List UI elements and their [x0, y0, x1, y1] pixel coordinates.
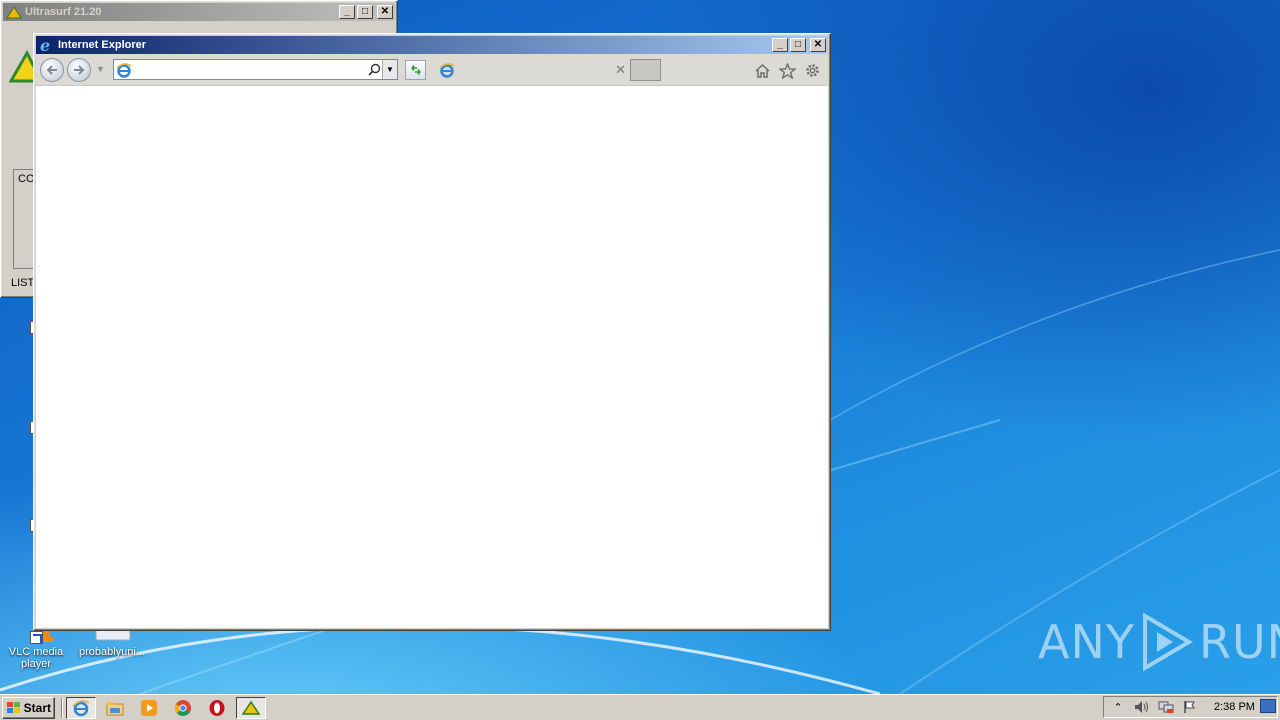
ie-titlebar[interactable]: e Internet Explorer _ □ ✕: [36, 36, 828, 54]
settings-gear-icon[interactable]: [803, 61, 822, 80]
taskbar-ie[interactable]: [66, 696, 96, 719]
system-tray: ⌃ 2:38 PM: [1103, 696, 1278, 718]
forward-arrow-icon: [74, 65, 85, 75]
taskbar-separator: [61, 697, 63, 718]
play-logo-icon: [1142, 612, 1193, 672]
anyrun-watermark: ANY RUN: [1038, 612, 1280, 672]
media-player-icon: [141, 699, 157, 716]
start-button[interactable]: Start: [2, 696, 55, 719]
desktop-icon-label: probablyuni...: [78, 646, 146, 658]
watermark-text-right: RUN: [1198, 615, 1280, 669]
browser-tab[interactable]: ✕: [433, 59, 628, 81]
back-arrow-icon: [46, 65, 57, 75]
address-input[interactable]: [114, 60, 366, 79]
recent-pages-dropdown-icon[interactable]: ▼: [96, 64, 105, 74]
refresh-icon: [410, 65, 421, 75]
close-button[interactable]: ✕: [810, 38, 826, 52]
list-label: LIST: [11, 277, 35, 289]
folder-icon: [106, 701, 124, 715]
minimize-button[interactable]: _: [339, 5, 355, 19]
address-dropdown-button[interactable]: ▼: [382, 60, 397, 79]
network-icon[interactable]: [1158, 699, 1174, 715]
clock[interactable]: 2:38 PM: [1214, 701, 1255, 713]
maximize-button[interactable]: □: [357, 5, 373, 19]
shortcut-arrow-icon: [30, 631, 43, 644]
ie-toolbar: ▼ ▼ ✕: [36, 54, 828, 86]
opera-icon: [209, 699, 225, 716]
taskbar-chrome[interactable]: [168, 697, 198, 719]
toolbar-right-icons: [753, 61, 822, 80]
ie-page-icon: [439, 62, 455, 81]
taskbar-opera[interactable]: [202, 697, 232, 719]
page-content-area[interactable]: [36, 85, 828, 628]
windows-flag-icon: [7, 701, 20, 713]
action-center-flag-icon[interactable]: [1182, 699, 1198, 715]
volume-icon[interactable]: [1134, 699, 1150, 715]
taskbar-media-player[interactable]: [134, 697, 164, 719]
taskbar-explorer[interactable]: [100, 697, 130, 719]
svg-text:e: e: [40, 37, 50, 53]
ie-icon: [72, 699, 90, 716]
ultrasurf-titlebar[interactable]: Ultrasurf 21.20 _ □ ✕: [3, 3, 395, 21]
search-icon[interactable]: [366, 60, 382, 79]
forward-button[interactable]: [67, 58, 91, 82]
back-button[interactable]: [40, 58, 64, 82]
window-title: Ultrasurf 21.20: [25, 6, 102, 18]
new-tab-button[interactable]: [630, 59, 661, 81]
start-label: Start: [23, 700, 51, 715]
desktop-icon-label: VLC media player: [8, 646, 64, 670]
tab-close-icon[interactable]: ✕: [615, 62, 626, 78]
taskbar-ultrasurf[interactable]: [236, 696, 266, 719]
watermark-text-left: ANY: [1038, 615, 1135, 669]
close-button[interactable]: ✕: [377, 5, 393, 19]
refresh-button[interactable]: [405, 60, 426, 80]
ultrasurf-app-icon: [6, 4, 22, 20]
taskbar: Start ⌃ 2:38 PM: [0, 694, 1280, 720]
window-title: Internet Explorer: [58, 39, 147, 51]
home-icon[interactable]: [753, 61, 772, 80]
minimize-button[interactable]: _: [772, 38, 788, 52]
show-desktop-button[interactable]: [1260, 699, 1276, 713]
ie-window[interactable]: e Internet Explorer _ □ ✕ ▼ ▼ ✕: [33, 33, 831, 631]
maximize-button[interactable]: □: [790, 38, 806, 52]
favorites-star-icon[interactable]: [778, 61, 797, 80]
ie-logo-icon: e: [39, 37, 55, 53]
show-hidden-icons-icon[interactable]: ⌃: [1110, 699, 1126, 715]
ultrasurf-icon: [242, 700, 260, 715]
ie-page-icon: [116, 62, 132, 81]
chrome-icon: [174, 699, 191, 716]
address-bar[interactable]: ▼: [113, 59, 398, 80]
